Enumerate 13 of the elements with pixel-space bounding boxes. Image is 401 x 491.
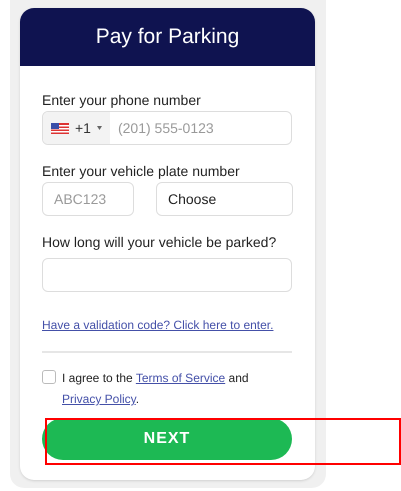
plate-input[interactable]: ABC123 — [42, 182, 134, 216]
agreement-text: I agree to the Terms of Service and Privacy Policy. — [62, 370, 250, 408]
field-label: How long will your vehicle be parked? — [42, 233, 278, 251]
state-select[interactable]: Choose — [156, 182, 293, 216]
terms-link[interactable]: Terms of Service — [136, 371, 226, 385]
field-label: Enter your vehicle plate number — [42, 162, 241, 180]
field-label: Enter your phone number — [42, 91, 202, 109]
phone-field[interactable]: +1 (201) 555-0123 — [42, 111, 292, 145]
phone-input[interactable]: (201) 555-0123 — [110, 118, 291, 138]
page-title: Pay for Parking — [96, 24, 240, 50]
privacy-policy-link[interactable]: Privacy Policy — [62, 392, 136, 406]
country-code-select[interactable]: +1 — [43, 112, 110, 144]
validation-code-link[interactable]: Have a validation code? Click here to enter. — [42, 316, 293, 334]
